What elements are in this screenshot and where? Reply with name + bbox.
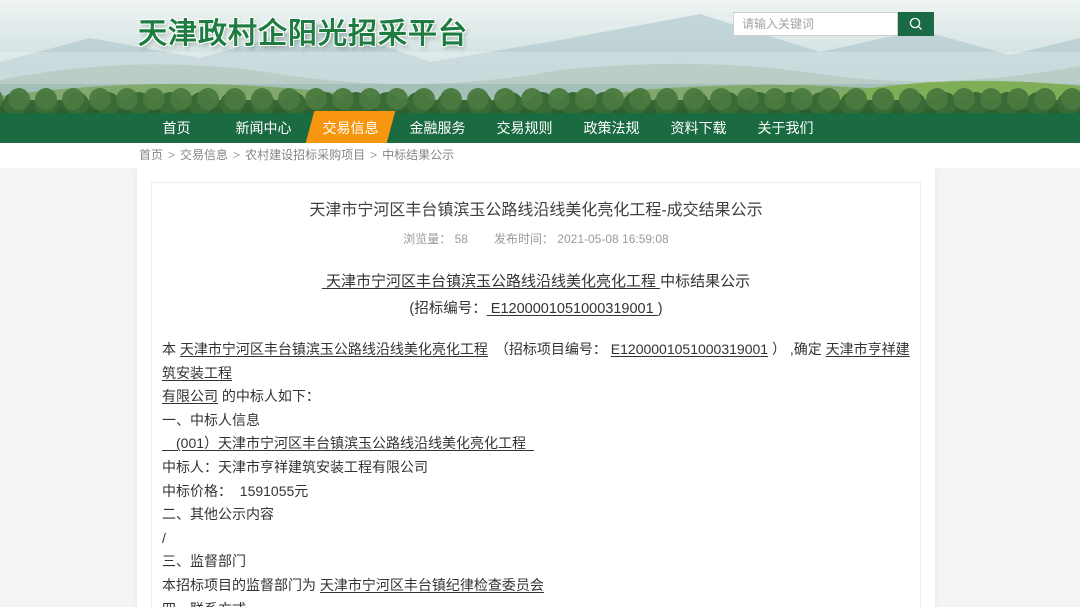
nav-item-downloads[interactable]: 资料下载 xyxy=(655,113,742,143)
notice-paragraph-line2: 有限公司 的中标人如下： xyxy=(162,385,910,409)
section-4-heading: 四、联系方式 xyxy=(162,598,910,607)
section-3-heading: 三、监督部门 xyxy=(162,550,910,574)
section-1-heading: 一、中标人信息 xyxy=(162,409,910,433)
article-card: 天津市宁河区丰台镇滨玉公路线沿线美化亮化工程-成交结果公示 浏览量： 58 发布时… xyxy=(137,168,935,607)
site-header: 天津政村企阳光招采平台 xyxy=(0,0,1080,113)
winner-name: 中标人：天津市亨祥建筑安装工程有限公司 xyxy=(162,456,910,480)
search-box xyxy=(733,12,934,36)
section-2-heading: 二、其他公示内容 xyxy=(162,503,910,527)
article-title: 天津市宁河区丰台镇滨玉公路线沿线美化亮化工程-成交结果公示 xyxy=(162,196,910,220)
search-input[interactable] xyxy=(733,12,898,36)
notice-body: 本 天津市宁河区丰台镇滨玉公路线沿线美化亮化工程 （招标项目编号： E12000… xyxy=(162,338,910,607)
nav-item-news[interactable]: 新闻中心 xyxy=(220,113,307,143)
nav-item-trade-rules[interactable]: 交易规则 xyxy=(481,113,568,143)
supervision-line: 本招标项目的监督部门为 天津市宁河区丰台镇纪律检查委员会 xyxy=(162,574,910,598)
main-content-area: 天津市宁河区丰台镇滨玉公路线沿线美化亮化工程-成交结果公示 浏览量： 58 发布时… xyxy=(0,168,1080,607)
header-treeline-decoration xyxy=(0,87,1080,113)
publish-time: 发布时间： 2021-05-08 16:59:08 xyxy=(494,232,669,246)
breadcrumb-separator: > xyxy=(233,148,240,162)
main-nav: 首页 新闻中心 交易信息 金融服务 交易规则 政策法规 资料下载 关于我们 xyxy=(0,113,1080,143)
breadcrumb: 首页 > 交易信息 > 农村建设招标采购项目 > 中标结果公示 xyxy=(0,143,1080,168)
nav-item-about[interactable]: 关于我们 xyxy=(742,113,829,143)
nav-item-policies[interactable]: 政策法规 xyxy=(568,113,655,143)
winner-project-item: (001）天津市宁河区丰台镇滨玉公路线沿线美化亮化工程 xyxy=(162,432,910,456)
nav-item-finance[interactable]: 金融服务 xyxy=(394,113,481,143)
section-2-content: / xyxy=(162,527,910,551)
notice-paragraph-line1: 本 天津市宁河区丰台镇滨玉公路线沿线美化亮化工程 （招标项目编号： E12000… xyxy=(162,338,910,385)
breadcrumb-separator: > xyxy=(370,148,377,162)
search-icon xyxy=(908,16,924,32)
breadcrumb-home[interactable]: 首页 xyxy=(139,148,163,162)
article-meta: 浏览量： 58 发布时间： 2021-05-08 16:59:08 xyxy=(162,230,910,247)
breadcrumb-rural-projects[interactable]: 农村建设招标采购项目 xyxy=(245,148,365,162)
site-title: 天津政村企阳光招采平台 xyxy=(138,10,468,52)
breadcrumb-separator: > xyxy=(168,148,175,162)
nav-item-home[interactable]: 首页 xyxy=(133,113,220,143)
notice-heading: 天津市宁河区丰台镇滨玉公路线沿线美化亮化工程 中标结果公示 xyxy=(162,270,910,291)
nav-item-trade-info[interactable]: 交易信息 xyxy=(307,113,394,143)
notice-bid-number: (招标编号： E1200001051000319001 ) xyxy=(162,297,910,318)
article: 天津市宁河区丰台镇滨玉公路线沿线美化亮化工程-成交结果公示 浏览量： 58 发布时… xyxy=(137,196,935,607)
breadcrumb-trade-info[interactable]: 交易信息 xyxy=(180,148,228,162)
winner-price: 中标价格： 1591055元 xyxy=(162,480,910,504)
breadcrumb-current-page: 中标结果公示 xyxy=(382,148,454,162)
search-button[interactable] xyxy=(898,12,934,36)
views-count: 浏览量： 58 xyxy=(403,232,468,246)
nav-list: 首页 新闻中心 交易信息 金融服务 交易规则 政策法规 资料下载 关于我们 xyxy=(133,113,829,143)
